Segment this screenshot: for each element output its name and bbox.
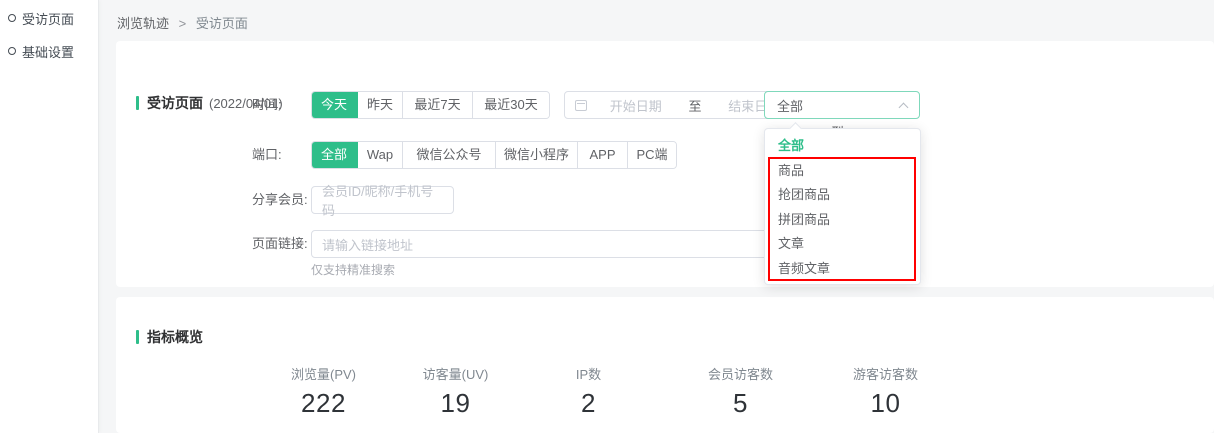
calendar-icon bbox=[575, 100, 587, 111]
stat-label: 访客量(UV) bbox=[388, 364, 523, 383]
page-link-label: 页面链接: bbox=[252, 230, 308, 258]
dropdown-option-article[interactable]: 文章 bbox=[765, 232, 920, 257]
page-type-dropdown: 全部 商品 抢团商品 拼团商品 文章 音频文章 bbox=[764, 128, 921, 285]
sidebar-item-label: 基础设置 bbox=[22, 42, 74, 61]
visited-pages-panel: 受访页面 (2022/04/01) 时间: 今天 昨天 最近7天 最近30天 开… bbox=[116, 41, 1214, 287]
page-type-select-value: 全部 bbox=[777, 96, 900, 115]
stat-member-visitors: 会员访客数 5 bbox=[673, 364, 808, 419]
share-member-input[interactable]: 会员ID/昵称/手机号码 bbox=[311, 186, 454, 214]
time-filter-group: 今天 昨天 最近7天 最近30天 bbox=[311, 91, 550, 119]
circle-icon bbox=[8, 14, 16, 22]
dropdown-option-goods[interactable]: 商品 bbox=[765, 159, 920, 184]
stat-value: 2 bbox=[521, 388, 656, 419]
sidebar: 受访页面 基础设置 bbox=[0, 0, 99, 433]
start-date-input[interactable]: 开始日期 bbox=[587, 96, 685, 115]
port-btn-pc[interactable]: PC端 bbox=[628, 142, 676, 168]
title-accent-bar bbox=[136, 96, 139, 110]
page: 受访页面 基础设置 浏览轨迹 > 受访页面 受访页面 (2022/04/01) … bbox=[0, 0, 1214, 433]
time-btn-yesterday[interactable]: 昨天 bbox=[358, 92, 403, 118]
title-accent-bar bbox=[136, 330, 139, 344]
breadcrumb-current: 受访页面 bbox=[196, 16, 248, 31]
port-btn-wap[interactable]: Wap bbox=[358, 142, 403, 168]
port-filter-label: 端口: bbox=[252, 141, 282, 169]
time-btn-last-30-days[interactable]: 最近30天 bbox=[473, 92, 549, 118]
chevron-up-icon bbox=[899, 102, 909, 112]
time-filter-label: 时间: bbox=[252, 91, 282, 119]
stat-uv: 访客量(UV) 19 bbox=[388, 364, 523, 419]
stat-label: 会员访客数 bbox=[673, 364, 808, 383]
page-link-placeholder: 请输入链接地址 bbox=[322, 235, 413, 254]
stat-ip: IP数 2 bbox=[521, 364, 656, 419]
breadcrumb-separator: > bbox=[179, 16, 187, 31]
port-filter-group: 全部 Wap 微信公众号 微信小程序 APP PC端 bbox=[311, 141, 677, 169]
dropdown-option-all[interactable]: 全部 bbox=[765, 134, 920, 159]
stat-value: 222 bbox=[256, 388, 391, 419]
metrics-title-text: 指标概览 bbox=[147, 327, 203, 347]
stat-label: IP数 bbox=[521, 364, 656, 383]
port-btn-wechat-official[interactable]: 微信公众号 bbox=[403, 142, 496, 168]
stat-value: 10 bbox=[818, 388, 953, 419]
metrics-panel: 指标概览 浏览量(PV) 222 访客量(UV) 19 IP数 2 会员访客数 … bbox=[116, 297, 1214, 433]
page-link-input[interactable]: 请输入链接地址 bbox=[311, 230, 828, 258]
page-type-select[interactable]: 全部 bbox=[764, 91, 920, 119]
dropdown-option-flash-group-goods[interactable]: 抢团商品 bbox=[765, 183, 920, 208]
breadcrumb-root[interactable]: 浏览轨迹 bbox=[117, 16, 169, 31]
metrics-title: 指标概览 bbox=[136, 327, 203, 347]
stat-label: 游客访客数 bbox=[818, 364, 953, 383]
breadcrumb: 浏览轨迹 > 受访页面 bbox=[117, 13, 248, 32]
dropdown-option-audio-article[interactable]: 音频文章 bbox=[765, 257, 920, 282]
sidebar-item-visited-pages[interactable]: 受访页面 bbox=[8, 7, 74, 29]
dropdown-option-group-buy-goods[interactable]: 拼团商品 bbox=[765, 208, 920, 233]
sidebar-item-basic-settings[interactable]: 基础设置 bbox=[8, 40, 74, 62]
stat-guest-visitors: 游客访客数 10 bbox=[818, 364, 953, 419]
circle-icon bbox=[8, 47, 16, 55]
sidebar-item-label: 受访页面 bbox=[22, 9, 74, 28]
share-member-label: 分享会员: bbox=[252, 186, 308, 214]
stat-value: 5 bbox=[673, 388, 808, 419]
date-range-separator: 至 bbox=[685, 96, 706, 115]
stat-pv: 浏览量(PV) 222 bbox=[256, 364, 391, 419]
panel-title-text: 受访页面 bbox=[147, 93, 203, 113]
port-btn-wechat-mini[interactable]: 微信小程序 bbox=[496, 142, 578, 168]
port-btn-all[interactable]: 全部 bbox=[311, 141, 358, 169]
time-btn-last-7-days[interactable]: 最近7天 bbox=[403, 92, 473, 118]
stat-label: 浏览量(PV) bbox=[256, 364, 391, 383]
time-btn-today[interactable]: 今天 bbox=[311, 91, 358, 119]
share-member-placeholder: 会员ID/昵称/手机号码 bbox=[322, 181, 443, 219]
search-note: 仅支持精准搜索 bbox=[311, 261, 395, 278]
stat-value: 19 bbox=[388, 388, 523, 419]
port-btn-app[interactable]: APP bbox=[578, 142, 628, 168]
